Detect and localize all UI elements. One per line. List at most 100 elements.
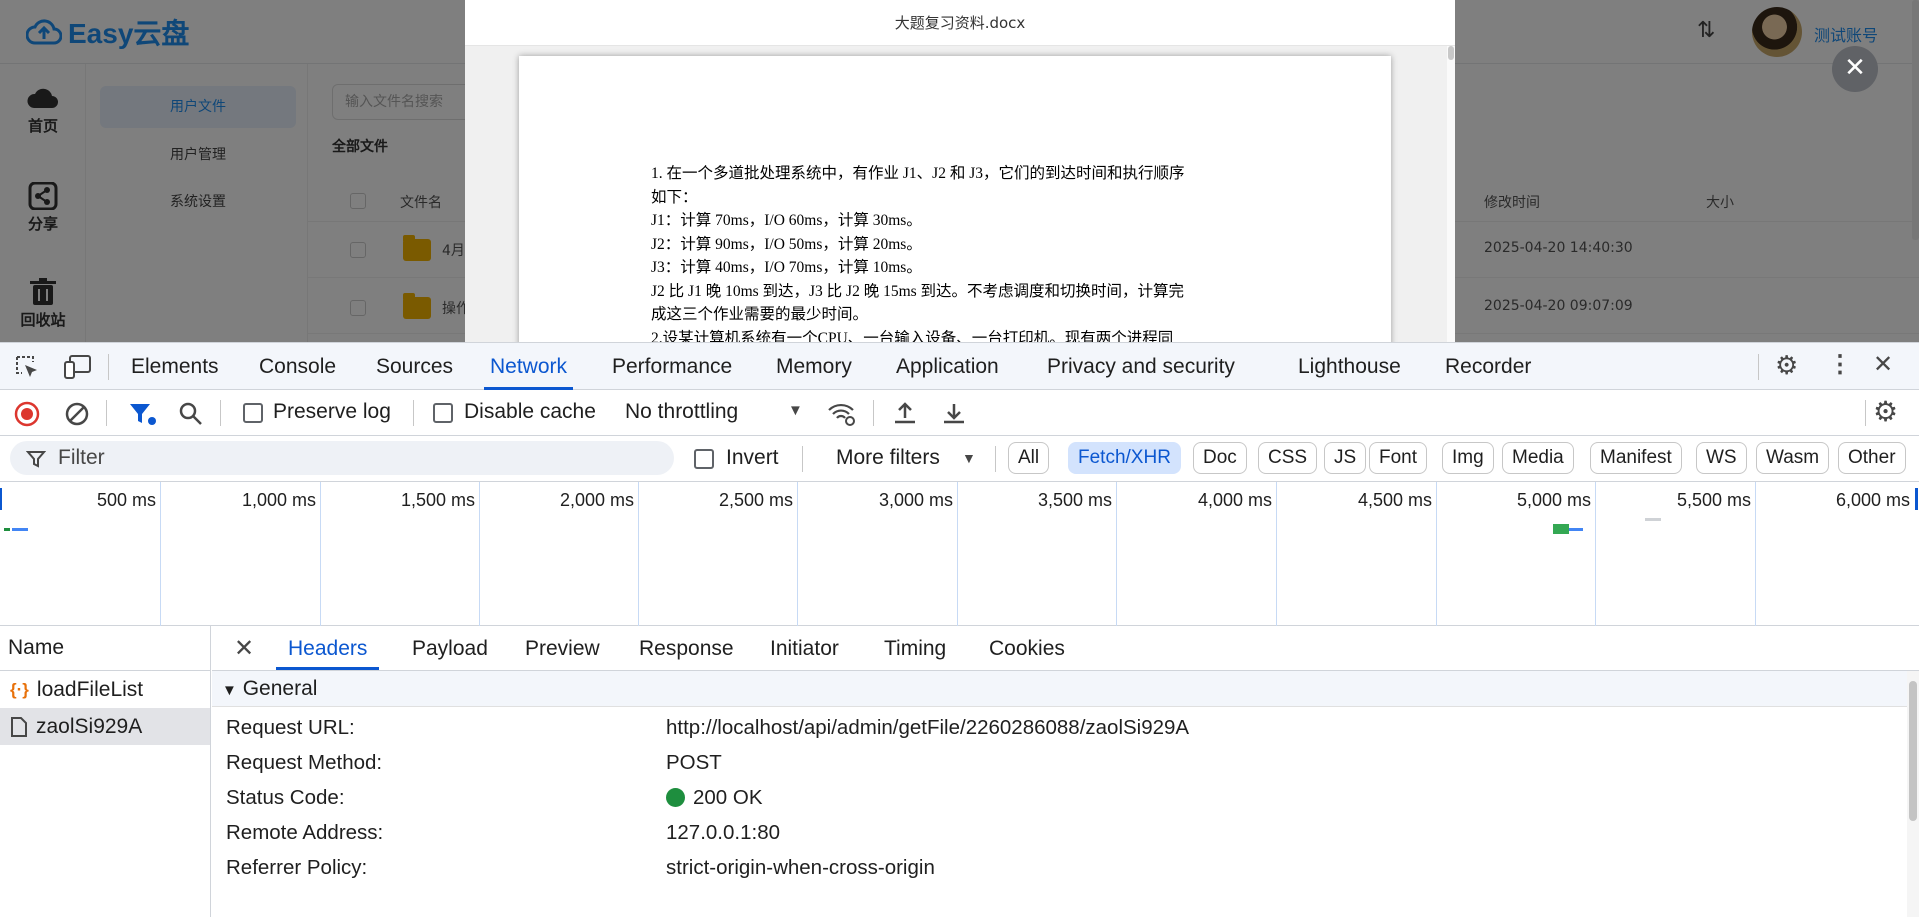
network-toolbar: Preserve log Disable cache No throttling… xyxy=(0,390,1919,436)
devtools-tabbar: Elements Console Sources Network Perform… xyxy=(0,342,1919,390)
filter-chip-other[interactable]: Other xyxy=(1838,442,1906,474)
doc-line: 1. 在一个多道批处理系统中，有作业 J1、J2 和 J3，它们的到达时间和执行… xyxy=(651,165,1185,182)
timeline-gridline xyxy=(957,482,958,626)
timeline-label: 2,500 ms xyxy=(718,490,793,510)
timeline-gridline xyxy=(1116,482,1117,626)
timeline-label: 4,000 ms xyxy=(1197,490,1272,510)
request-row[interactable]: {·} loadFileList xyxy=(0,671,210,708)
import-har-icon[interactable] xyxy=(892,400,918,426)
request-row[interactable]: zaolSi929A xyxy=(0,708,210,745)
clear-icon[interactable] xyxy=(64,401,90,427)
filter-funnel-icon[interactable] xyxy=(128,401,158,427)
doc-line: 2.设某计算机系统有一个CPU、一台输入设备、一台打印机。现有两个进程同 xyxy=(651,329,1174,343)
document-page: 1. 在一个多道批处理系统中，有作业 J1、J2 和 J3，它们的到达时间和执行… xyxy=(519,56,1391,342)
filter-chip-fetch-xhr[interactable]: Fetch/XHR xyxy=(1068,442,1181,474)
request-list: Name {·} loadFileList zaolSi929A xyxy=(0,626,211,917)
tab-network[interactable]: Network xyxy=(484,343,574,390)
preview-body: 1. 在一个多道批处理系统中，有作业 J1、J2 和 J3，它们的到达时间和执行… xyxy=(465,46,1447,342)
timeline-gridline xyxy=(1755,482,1756,626)
tab-elements[interactable]: Elements xyxy=(131,343,219,390)
more-options-icon[interactable]: ⋮ xyxy=(1828,350,1852,379)
network-settings-gear-icon[interactable]: ⚙ xyxy=(1873,395,1898,428)
tab-privacy-security[interactable]: Privacy and security xyxy=(1047,343,1235,390)
request-bar xyxy=(1645,518,1661,521)
timeline-handle-right[interactable] xyxy=(1915,488,1918,510)
device-toolbar-icon[interactable] xyxy=(64,354,92,380)
tab-lighthouse[interactable]: Lighthouse xyxy=(1298,343,1401,390)
request-bar xyxy=(1553,524,1569,534)
tab-headers[interactable]: Headers xyxy=(276,626,380,670)
stop-recording-icon[interactable] xyxy=(14,401,40,427)
settings-gear-icon[interactable]: ⚙ xyxy=(1775,350,1798,381)
header-key: Request URL: xyxy=(226,716,355,739)
filter-input[interactable]: Filter xyxy=(10,441,674,475)
filter-chip-img[interactable]: Img xyxy=(1442,442,1494,474)
request-bar xyxy=(1569,528,1583,531)
doc-line: 如下： xyxy=(651,188,698,206)
tab-application[interactable]: Application xyxy=(896,343,999,390)
throttling-select[interactable]: No throttling xyxy=(625,400,738,424)
tab-performance[interactable]: Performance xyxy=(612,343,732,390)
filter-chip-js[interactable]: JS xyxy=(1324,442,1367,474)
document-preview-dialog: 大题复习资料.docx 1. 在一个多道批处理系统中，有作业 J1、J2 和 J… xyxy=(465,0,1455,342)
separator xyxy=(873,400,874,426)
timeline-gridline xyxy=(1436,482,1437,626)
filter-chip-css[interactable]: CSS xyxy=(1258,442,1318,474)
timeline-gridline xyxy=(160,482,161,626)
details-scrollbar[interactable] xyxy=(1907,671,1919,917)
request-details: ✕ Headers Payload Preview Response Initi… xyxy=(212,626,1919,917)
status-value: 200 OK xyxy=(666,783,763,813)
tab-memory[interactable]: Memory xyxy=(776,343,852,390)
tab-recorder[interactable]: Recorder xyxy=(1445,343,1531,390)
search-icon[interactable] xyxy=(178,401,204,427)
filter-chip-wasm[interactable]: Wasm xyxy=(1756,442,1830,474)
timeline-gridline xyxy=(797,482,798,626)
close-preview-button[interactable]: ✕ xyxy=(1832,46,1878,92)
export-har-icon[interactable] xyxy=(941,400,967,426)
filter-chip-manifest[interactable]: Manifest xyxy=(1590,442,1682,474)
preview-scrollbar[interactable] xyxy=(1447,46,1455,342)
tab-sources[interactable]: Sources xyxy=(376,343,453,390)
doc-line: J2 比 J1 晚 10ms 到达，J3 比 J2 晚 15ms 到达。不考虑调… xyxy=(651,282,1185,300)
header-value: POST xyxy=(666,751,722,774)
inspect-element-icon[interactable] xyxy=(14,354,40,380)
timeline-handle-left[interactable] xyxy=(0,488,2,510)
devtools-panel: Elements Console Sources Network Perform… xyxy=(0,342,1919,917)
tab-initiator[interactable]: Initiator xyxy=(770,626,839,670)
page-scrollbar[interactable] xyxy=(1912,0,1919,240)
doc-line: J2：计算 90ms，I/O 50ms，计算 20ms。 xyxy=(651,235,922,253)
invert-checkbox[interactable] xyxy=(694,449,714,469)
chevron-down-icon[interactable]: ▼ xyxy=(788,402,803,419)
more-filters-dropdown[interactable]: More filters xyxy=(836,446,940,470)
timeline-label: 1,500 ms xyxy=(400,490,475,510)
disable-cache-checkbox[interactable] xyxy=(433,403,453,423)
tab-timing[interactable]: Timing xyxy=(884,626,946,670)
tab-response[interactable]: Response xyxy=(639,626,734,670)
filter-chip-all[interactable]: All xyxy=(1008,442,1050,474)
network-conditions-icon[interactable] xyxy=(827,400,857,428)
request-name[interactable]: zaolSi929A xyxy=(36,708,142,745)
separator xyxy=(1758,354,1759,380)
preserve-log-checkbox[interactable] xyxy=(243,403,263,423)
separator xyxy=(995,446,996,472)
filter-chip-doc[interactable]: Doc xyxy=(1193,442,1247,474)
close-details-icon[interactable]: ✕ xyxy=(234,634,254,663)
filter-chip-font[interactable]: Font xyxy=(1369,442,1428,474)
tab-console[interactable]: Console xyxy=(259,343,336,390)
doc-line: 成这三个作业需要的最少时间。 xyxy=(651,306,869,323)
name-column-header[interactable]: Name xyxy=(0,626,210,671)
preserve-log-label: Preserve log xyxy=(273,400,391,423)
filter-chip-ws[interactable]: WS xyxy=(1696,442,1747,474)
tab-payload[interactable]: Payload xyxy=(412,626,488,670)
header-value: strict-origin-when-cross-origin xyxy=(666,856,935,879)
filter-chip-media[interactable]: Media xyxy=(1502,442,1574,474)
tab-preview[interactable]: Preview xyxy=(525,626,600,670)
chevron-down-icon[interactable]: ▼ xyxy=(962,450,976,466)
tab-cookies[interactable]: Cookies xyxy=(989,626,1065,670)
close-devtools-icon[interactable]: ✕ xyxy=(1873,350,1893,379)
app-page: Easy云盘 ⇅ 测试账号 首页 分享 回收站 用户文件 用户管理 系统设置 输… xyxy=(0,0,1919,342)
request-bar xyxy=(4,528,10,531)
general-section-header[interactable]: ▼ General xyxy=(212,671,1907,707)
network-overview-timeline[interactable]: 500 ms 1,000 ms 1,500 ms 2,000 ms 2,500 … xyxy=(0,482,1919,626)
request-name[interactable]: loadFileList xyxy=(37,671,143,708)
